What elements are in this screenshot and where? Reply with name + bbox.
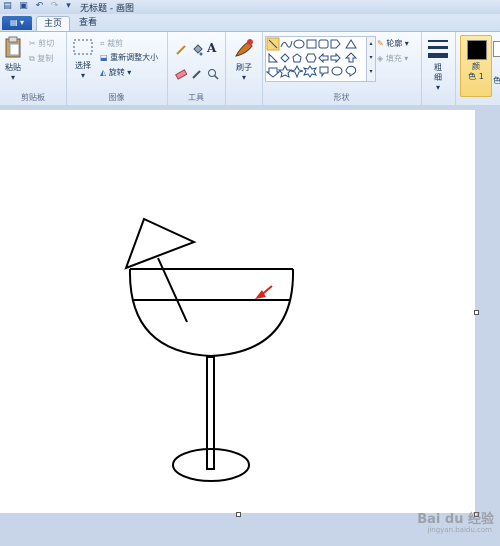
tools-group-label: 工具 — [188, 93, 204, 102]
undo-icon[interactable]: ↶ — [34, 1, 45, 12]
outline-icon: ✎ — [377, 39, 387, 48]
pencil-icon[interactable] — [175, 44, 187, 56]
color1-label-line2: 色 1 — [468, 72, 484, 81]
watermark-text: Bai du 经验 — [417, 512, 494, 527]
outline-dropdown-icon[interactable]: ▾ — [405, 39, 409, 48]
shapes-gallery[interactable] — [265, 36, 367, 82]
brushes-label: 刷子 — [236, 63, 252, 72]
brushes-group: 刷子 ▾ — [225, 32, 263, 105]
copy-button[interactable]: ⧉ 复制 — [29, 53, 53, 64]
select-dropdown-icon[interactable]: ▾ — [70, 71, 96, 81]
rotate-dropdown-icon[interactable]: ▾ — [127, 68, 131, 77]
red-arrow-icon — [255, 285, 273, 299]
color1-swatch — [467, 40, 487, 60]
resize-icon: ⬓ — [100, 53, 111, 62]
watermark-subtext: jingyan.baidu.com — [427, 526, 492, 534]
crop-icon: ⌗ — [100, 39, 108, 48]
tools-group: A 工具 — [167, 32, 226, 105]
brushes-button[interactable]: 刷子 ▾ — [229, 36, 259, 83]
ribbon-tab-row: ▤ ▾ 主页 查看 — [0, 14, 500, 32]
color2-swatch — [493, 41, 500, 57]
app-menu-icon[interactable]: ▤ — [2, 1, 13, 12]
text-tool-icon[interactable]: A — [207, 41, 216, 55]
copy-label: 复制 — [37, 54, 54, 63]
select-icon — [73, 39, 93, 55]
fill-button[interactable]: ◈ 填充 ▾ — [377, 53, 408, 64]
size-group: 粗 细 ▾ — [421, 32, 456, 105]
canvas-resize-handle-bottom[interactable] — [236, 512, 241, 517]
clipboard-group: 粘贴 ▾ ✂ 剪切 ⧉ 复制 剪贴板 — [0, 32, 67, 105]
fill-dropdown-icon[interactable]: ▾ — [404, 54, 408, 63]
tab-home[interactable]: 主页 — [36, 16, 70, 32]
cut-button[interactable]: ✂ 剪切 — [29, 38, 54, 49]
fill-bucket-icon[interactable] — [191, 44, 203, 56]
cocktail-drawing — [124, 217, 295, 482]
paste-label: 粘贴 — [5, 63, 21, 72]
select-label: 选择 — [75, 61, 91, 70]
resize-label: 重新调整大小 — [110, 53, 159, 62]
ribbon: 粘贴 ▾ ✂ 剪切 ⧉ 复制 剪贴板 选择 ▾ ⌗ 裁剪 ⬓ 重新调整大小 ◭ … — [0, 31, 500, 106]
fill-label: 填充 — [385, 54, 402, 63]
baidu-watermark: Bai du 经验 jingyan.baidu.com — [384, 508, 494, 538]
shapes-group-label: 形状 — [333, 93, 350, 102]
crop-button[interactable]: ⌗ 裁剪 — [100, 38, 123, 49]
size-button[interactable]: 粗 细 ▾ — [425, 38, 451, 93]
magnifier-icon[interactable] — [207, 68, 219, 80]
brushes-dropdown-icon[interactable]: ▾ — [229, 73, 259, 83]
color1-label-wrap: 颜 色 1 — [461, 62, 491, 82]
window-title: 无标题 - 画图 — [80, 4, 134, 14]
size-label-line2: 细 — [434, 73, 442, 82]
tab-view[interactable]: 查看 — [72, 16, 104, 31]
color2-label-line2: 色 — [493, 76, 500, 85]
line-size-icon — [428, 40, 448, 58]
rotate-icon: ◭ — [100, 68, 109, 77]
glass-stem — [206, 356, 215, 470]
outline-label: 轮廓 — [386, 39, 403, 48]
rotate-label: 旋转 — [108, 68, 125, 77]
paste-icon — [5, 36, 21, 58]
color1-button[interactable]: 颜 色 1 — [460, 35, 492, 97]
select-button[interactable]: 选择 ▾ — [70, 36, 96, 81]
paint-menu-button[interactable]: ▤ ▾ — [2, 16, 32, 30]
clipboard-group-label: 剪贴板 — [21, 93, 45, 102]
redo-icon[interactable]: ↷ — [49, 1, 60, 12]
color1-label-line1: 颜 — [472, 62, 480, 71]
paste-dropdown-icon[interactable]: ▾ — [2, 73, 24, 83]
size-label-line1: 粗 — [434, 63, 442, 72]
scissors-icon: ✂ — [29, 39, 39, 48]
save-icon[interactable]: ▣ — [18, 1, 29, 12]
shapes-scrollbar[interactable]: ▴ ▾ ▾ — [366, 36, 376, 82]
resize-button[interactable]: ⬓ 重新调整大小 — [100, 52, 158, 63]
rotate-button[interactable]: ◭ 旋转 ▾ — [100, 67, 131, 78]
glass-base — [172, 448, 250, 482]
brush-icon — [235, 39, 253, 57]
outline-button[interactable]: ✎ 轮廓 ▾ — [377, 38, 409, 49]
fill-icon: ◈ — [377, 54, 386, 63]
paste-button[interactable]: 粘贴 ▾ — [2, 36, 24, 83]
drawing-canvas[interactable] — [0, 110, 475, 513]
title-bar: ▤ ▣ ↶ ↷ ▾ 无标题 - 画图 — [0, 0, 500, 14]
crop-label: 裁剪 — [107, 39, 124, 48]
color2-button[interactable]: 色 — [493, 35, 500, 95]
shapes-gallery-icons — [265, 37, 358, 79]
canvas-resize-handle-right[interactable] — [474, 310, 479, 315]
glass-bowl — [128, 268, 295, 358]
eraser-icon[interactable] — [175, 68, 187, 80]
quick-access-dropdown-icon[interactable]: ▾ — [63, 1, 74, 12]
image-group-label: 图像 — [108, 93, 125, 102]
umbrella-stick — [157, 257, 188, 323]
image-group: 选择 ▾ ⌗ 裁剪 ⬓ 重新调整大小 ◭ 旋转 ▾ 图像 — [66, 32, 168, 105]
cut-label: 剪切 — [38, 39, 55, 48]
color-picker-icon[interactable] — [191, 68, 203, 80]
size-dropdown-icon[interactable]: ▾ — [425, 83, 451, 93]
